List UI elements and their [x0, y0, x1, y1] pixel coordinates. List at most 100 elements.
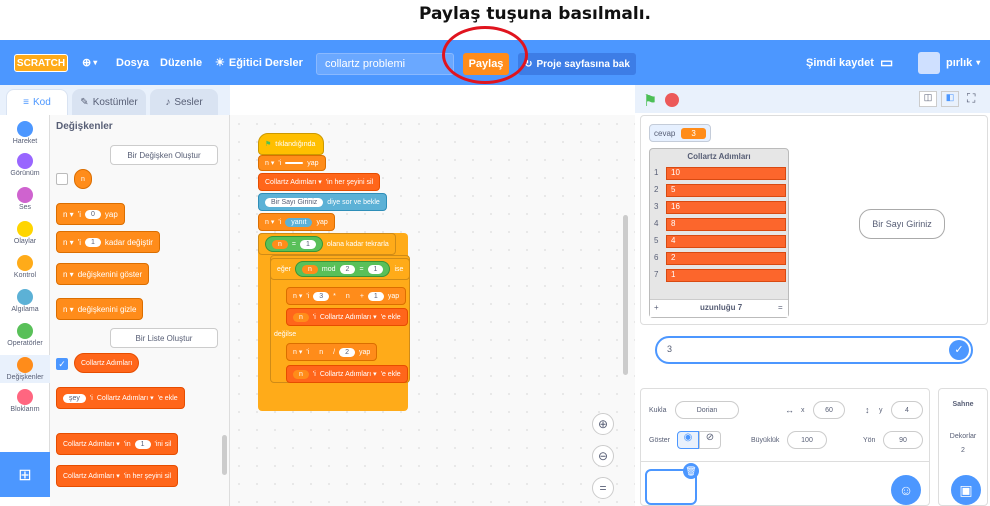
list-footer: + uzunluğu 7 =: [650, 299, 788, 317]
hide-eye-icon[interactable]: ⊘: [699, 431, 721, 449]
see-project-page-button[interactable]: ↻ Proje sayfasına bak: [518, 53, 636, 75]
category-sensing[interactable]: Algılama: [0, 289, 50, 313]
highlight-circle: [442, 26, 528, 84]
category-control[interactable]: Kontrol: [0, 255, 50, 279]
list-item: 2: [666, 252, 786, 265]
if-header[interactable]: eğer n mod 2 = 1 ise: [270, 258, 411, 280]
category-my-blocks[interactable]: Bloklarım: [0, 389, 50, 413]
ask-and-wait-block[interactable]: Bir Sayı Giriniz diye sor ve bekle: [258, 193, 387, 211]
my-stuff-folder-icon[interactable]: ▭: [880, 40, 893, 85]
var-checkbox[interactable]: [56, 173, 68, 185]
repeat-until-header[interactable]: n = 1 olana kadar tekrarla: [258, 233, 396, 255]
show-eye-icon[interactable]: ◉: [677, 431, 699, 449]
list-checkbox[interactable]: ✓: [56, 358, 68, 370]
editor-tabs: ≡ Kod ✎ Kostümler ♪ Sesler: [0, 85, 230, 115]
zoom-out-icon[interactable]: ⊖: [592, 445, 614, 467]
set-var-block[interactable]: n ▾'i 0 yap: [56, 203, 125, 225]
category-events[interactable]: Olaylar: [0, 221, 50, 245]
green-flag-icon[interactable]: ⚑: [643, 91, 657, 111]
add-n-to-list-block-2[interactable]: n'i Collartz Adımları ▾'e ekle: [286, 365, 408, 383]
palette-scrollbar[interactable]: [222, 435, 227, 475]
list-item: 8: [666, 218, 786, 231]
tab-sounds[interactable]: ♪ Sesler: [150, 89, 218, 115]
category-variables[interactable]: Değişkenler: [0, 355, 50, 383]
save-now-link[interactable]: Şimdi kaydet: [806, 40, 874, 85]
list-item: 5: [666, 184, 786, 197]
show-var-block[interactable]: n ▾ değişkenini göster: [56, 263, 150, 285]
add-extension-button[interactable]: ⊞: [0, 452, 50, 497]
category-sound[interactable]: Ses: [0, 187, 50, 211]
avatar[interactable]: [918, 52, 940, 74]
sprite-info-pane: Kukla Dorian ↔ x 60 ↕ y 4 Göster ◉ ⊘ Büy…: [640, 388, 930, 506]
list-monitor: Collartz Adımları 1 10 25 3 16 48 54 62 71…: [649, 148, 789, 318]
stop-icon[interactable]: [665, 93, 679, 107]
set-n-3n-plus-1-block[interactable]: n ▾'i 3 * n +1 yap: [286, 287, 407, 305]
y-arrow-icon: ↕: [865, 405, 870, 415]
set-n-block[interactable]: n ▾'i yap: [258, 155, 326, 171]
tab-code[interactable]: ≡ Kod: [6, 89, 68, 115]
add-backdrop-icon[interactable]: ▣: [951, 475, 981, 505]
submit-check-icon[interactable]: ✓: [949, 340, 969, 360]
lightbulb-icon: ☀: [215, 57, 225, 69]
stage-header: ⚑ ◫ ◧ ⛶: [635, 85, 990, 113]
delete-item-block[interactable]: Collartz Adımları ▾'in 1'ini sil: [56, 433, 179, 455]
speaker-icon: ♪: [165, 97, 171, 108]
y-input[interactable]: 4: [891, 401, 923, 419]
delete-sprite-icon[interactable]: 🗑: [683, 463, 699, 479]
when-flag-clicked-block[interactable]: ⚑ tıklandığında: [258, 133, 324, 155]
tab-costumes[interactable]: ✎ Kostümler: [72, 89, 146, 115]
extension-icon: ⊞: [18, 466, 32, 484]
stage[interactable]: cevap 3 Collartz Adımları 1 10 25 3 16 48 5…: [640, 115, 988, 325]
large-stage-icon[interactable]: ◧: [941, 91, 959, 107]
block-palette: Değişkenler Bir Değişken Oluştur n n ▾'i…: [50, 115, 230, 506]
x-input[interactable]: 60: [813, 401, 845, 419]
variable-monitor: cevap 3: [649, 124, 711, 142]
list-item: 4: [666, 235, 786, 248]
brush-icon: ✎: [80, 97, 89, 108]
small-stage-icon[interactable]: ◫: [919, 91, 937, 107]
fullscreen-icon[interactable]: ⛶: [967, 91, 975, 106]
set-n-half-block[interactable]: n ▾'i n/2 yap: [286, 343, 378, 361]
instruction-caption: Paylaş tuşuna basılmalı.: [418, 4, 652, 24]
size-input[interactable]: 100: [787, 431, 827, 449]
category-looks[interactable]: Görünüm: [0, 153, 50, 177]
user-menu[interactable]: pırlık ▾: [946, 40, 980, 85]
language-menu[interactable]: ⊕ ▾: [82, 40, 97, 85]
add-sprite-icon[interactable]: ☺: [891, 475, 921, 505]
globe-icon: ⊕: [82, 57, 92, 69]
category-motion[interactable]: Hareket: [0, 121, 50, 145]
category-operators[interactable]: Operatörler: [0, 323, 50, 347]
project-title-input[interactable]: collartz problemi: [316, 53, 454, 75]
delete-all-list-block[interactable]: Collartz Adımları ▾'in her şeyini sil: [258, 173, 381, 191]
zoom-in-icon[interactable]: ⊕: [592, 413, 614, 435]
chevron-down-icon: ▾: [976, 58, 981, 67]
scratch-logo[interactable]: SCRATCH: [14, 54, 68, 72]
tutorials-menu[interactable]: ☀ Eğitici Dersler: [215, 40, 303, 85]
zoom-reset-icon[interactable]: =: [592, 477, 614, 499]
speech-bubble: Bir Sayı Giriniz: [859, 209, 945, 239]
palette-title: Değişkenler: [56, 121, 113, 132]
change-var-block[interactable]: n ▾'i 1 kadar değiştir: [56, 231, 160, 253]
file-menu[interactable]: Dosya: [116, 40, 149, 85]
hide-var-block[interactable]: n ▾ değişkenini gizle: [56, 298, 144, 320]
sprite-name-input[interactable]: Dorian: [675, 401, 739, 419]
green-flag-icon: ⚑: [265, 141, 272, 148]
add-n-to-list-block[interactable]: n'i Collartz Adımları ▾'e ekle: [286, 308, 408, 326]
ask-answer-input[interactable]: 3 ✓: [655, 336, 973, 364]
list-reporter[interactable]: Collartz Adımları: [74, 353, 140, 373]
stage-selector-pane[interactable]: Sahne Dekorlar 2 ▣: [938, 388, 988, 506]
variable-reporter-n[interactable]: n: [74, 169, 92, 189]
set-n-answer-block[interactable]: n ▾'i yanıt yap: [258, 213, 335, 231]
workspace-scrollbar[interactable]: [623, 215, 628, 375]
make-list-button[interactable]: Bir Liste Oluştur: [110, 328, 218, 348]
make-variable-button[interactable]: Bir Değişken Oluştur: [110, 145, 218, 165]
add-to-list-block[interactable]: şey'i Collartz Adımları ▾'e ekle: [56, 387, 185, 409]
else-label: değilse: [274, 331, 297, 338]
list-item: 16: [666, 201, 786, 214]
code-workspace: ⚑ tıklandığında n ▾'i yap Collartz Adımlar…: [230, 115, 635, 506]
delete-all-block[interactable]: Collartz Adımları ▾'in her şeyini sil: [56, 465, 179, 487]
chevron-down-icon: ▾: [93, 58, 98, 67]
code-icon: ≡: [23, 97, 30, 108]
edit-menu[interactable]: Düzenle: [160, 40, 202, 85]
direction-input[interactable]: 90: [883, 431, 923, 449]
